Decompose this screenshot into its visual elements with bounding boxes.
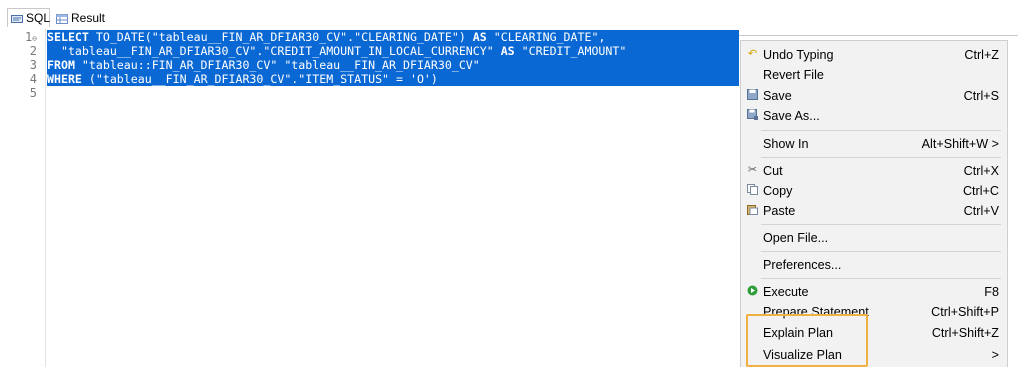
menu-separator bbox=[761, 224, 1001, 225]
menu-item-cut[interactable]: ✂ Cut Ctrl+X bbox=[741, 161, 1007, 182]
tab-result[interactable]: Result bbox=[53, 8, 108, 27]
menu-item-revert-file[interactable]: Revert File bbox=[741, 65, 1007, 86]
menu-item-save[interactable]: Save Ctrl+S bbox=[741, 86, 1007, 107]
tab-sql-label: SQL bbox=[26, 11, 51, 25]
menu-item-paste[interactable]: Paste Ctrl+V bbox=[741, 201, 1007, 222]
line-number: 3 bbox=[29, 58, 37, 72]
editor-tab-bar: SQL Result bbox=[0, 8, 1018, 36]
line-number: 4 bbox=[29, 72, 37, 86]
menu-separator bbox=[761, 251, 1001, 252]
menu-item-copy[interactable]: Copy Ctrl+C bbox=[741, 181, 1007, 202]
save-icon bbox=[746, 89, 759, 102]
menu-item-save-as[interactable]: Save As... bbox=[741, 106, 1007, 127]
code-line-3: FROM "tableau::FIN_AR_DFIAR30_CV" "table… bbox=[47, 58, 480, 72]
highlight-annotation bbox=[746, 314, 868, 367]
fold-icon[interactable]: ⊖ bbox=[32, 34, 37, 43]
sql-icon bbox=[11, 13, 23, 23]
menu-separator bbox=[761, 157, 1001, 158]
menu-item-execute[interactable]: Execute F8 bbox=[741, 282, 1007, 303]
line-number: 2 bbox=[29, 44, 37, 58]
menu-separator bbox=[761, 278, 1001, 279]
menu-item-undo-typing[interactable]: ↶ Undo Typing Ctrl+Z bbox=[741, 45, 1007, 66]
menu-separator bbox=[761, 130, 1001, 131]
context-menu: ↶ Undo Typing Ctrl+Z Revert File Save Ct… bbox=[740, 40, 1008, 367]
code-line-4: WHERE ("tableau__FIN_AR_DFIAR30_CV"."ITE… bbox=[47, 72, 438, 86]
copy-icon bbox=[746, 184, 759, 197]
undo-icon: ↶ bbox=[747, 48, 758, 60]
menu-item-open-file[interactable]: Open File... bbox=[741, 228, 1007, 249]
tab-sql[interactable]: SQL bbox=[7, 8, 50, 27]
result-table-icon bbox=[56, 13, 68, 24]
tab-result-label: Result bbox=[71, 10, 106, 25]
execute-icon bbox=[746, 285, 759, 298]
cut-icon: ✂ bbox=[747, 164, 758, 176]
save-as-icon bbox=[746, 109, 759, 122]
line-number: 5 bbox=[29, 86, 37, 100]
code-line-2: "tableau__FIN_AR_DFIAR30_CV"."CREDIT_AMO… bbox=[47, 44, 627, 58]
code-line-1: SELECT TO_DATE("tableau__FIN_AR_DFIAR30_… bbox=[47, 30, 606, 44]
menu-item-show-in[interactable]: Show In Alt+Shift+W > bbox=[741, 134, 1007, 155]
menu-item-preferences[interactable]: Preferences... bbox=[741, 255, 1007, 276]
paste-icon bbox=[746, 204, 759, 217]
